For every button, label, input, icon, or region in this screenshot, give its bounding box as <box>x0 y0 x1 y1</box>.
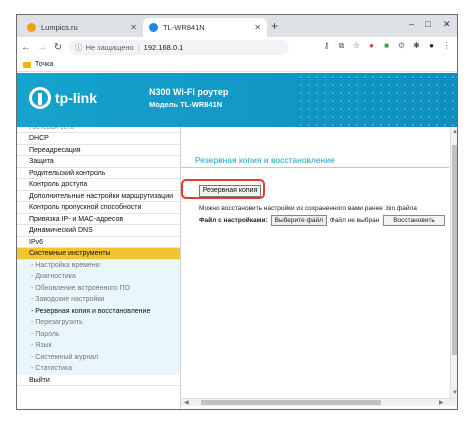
tplink-logo: tp-link <box>29 87 97 109</box>
tplink-logo-icon <box>29 87 51 109</box>
router-page: tp-link N300 Wi-Fi роутер Модель TL-WR84… <box>17 73 457 409</box>
new-tab-button[interactable]: + <box>271 19 278 33</box>
folder-icon <box>23 61 31 68</box>
file-row: Файл с настройками: Выберите файл Файл н… <box>199 215 379 226</box>
browser-toolbar: ← → ↻ ⓘ Не защищено | 192.168.0.1 ⚷ ⧉ ☆ … <box>17 37 457 58</box>
main-content: Резервная копия и восстановление Резервн… <box>181 127 449 398</box>
menu-dots-icon[interactable]: ⋮ <box>442 41 451 50</box>
sidebar-item-logout[interactable]: Выйти <box>17 375 180 386</box>
submenu-item-password[interactable]: - Пароль <box>17 328 180 340</box>
tab-title: TL-WR841N <box>163 23 205 32</box>
close-tab-icon[interactable]: ✕ <box>130 23 137 32</box>
submenu-item-language[interactable]: - Язык <box>17 340 180 352</box>
choose-file-button[interactable]: Выберите файл <box>270 215 327 226</box>
restore-hint: Можно восстановить настройки из сохранен… <box>199 205 417 212</box>
warning-icon: ⓘ <box>75 43 83 52</box>
no-file-text: Файл не выбран <box>329 217 380 224</box>
tab-title: Lumpics.ru <box>41 23 78 32</box>
star-icon[interactable]: ☆ <box>352 41 361 50</box>
vertical-scrollbar[interactable]: ▲ ▼ <box>450 127 457 398</box>
sidebar-item-advanced-routing[interactable]: Дополнительные настройки маршрутизации <box>17 191 180 202</box>
extension-gear-icon[interactable]: ⚙ <box>397 41 406 50</box>
url-text: 192.168.0.1 <box>143 43 184 52</box>
submenu-item-reboot[interactable]: - Перезагрузить <box>17 317 180 329</box>
bookmarks-bar: Точка <box>17 58 457 72</box>
reload-icon[interactable]: ↻ <box>51 42 65 53</box>
router-favicon-icon <box>149 23 158 32</box>
title-divider <box>181 167 449 168</box>
back-arrow-icon[interactable]: ← <box>19 42 33 53</box>
key-icon[interactable]: ⚷ <box>322 41 331 50</box>
scroll-right-arrow-icon[interactable]: ▶ <box>439 399 444 407</box>
tab-strip: Lumpics.ru ✕ TL-WR841N ✕ + – □ ✕ <box>17 15 457 37</box>
lumpics-favicon-icon <box>27 23 36 32</box>
restore-button[interactable]: Восстановить <box>383 215 445 226</box>
model-line: Модель TL-WR841N <box>149 100 223 109</box>
sidebar-item-system-tools[interactable]: Системные инструменты <box>17 248 180 260</box>
vertical-scroll-thumb[interactable] <box>452 145 457 355</box>
sidebar-item-dynamic-dns[interactable]: Динамический DNS <box>17 225 180 237</box>
scroll-down-arrow-icon[interactable]: ▼ <box>452 389 457 397</box>
browser-window: Lumpics.ru ✕ TL-WR841N ✕ + – □ ✕ ← → ↻ ⓘ… <box>16 14 458 410</box>
opera-icon[interactable]: ● <box>367 41 376 50</box>
file-label: Файл с настройками: <box>199 217 268 224</box>
sidebar-item-security[interactable]: Защита <box>17 156 180 168</box>
horizontal-scrollbar[interactable]: ◀ ▶ <box>181 398 457 407</box>
sidebar-item-bandwidth-control[interactable]: Контроль пропускной способности <box>17 202 180 214</box>
tab-lumpics[interactable]: Lumpics.ru ✕ <box>21 18 143 37</box>
maximize-button[interactable]: □ <box>425 19 430 29</box>
router-header: tp-link N300 Wi-Fi роутер Модель TL-WR84… <box>17 73 457 127</box>
extensions-puzzle-icon[interactable]: ✱ <box>412 41 421 50</box>
address-bar[interactable]: ⓘ Не защищено | 192.168.0.1 <box>69 40 289 55</box>
scroll-left-arrow-icon[interactable]: ◀ <box>184 399 189 407</box>
address-separator: | <box>137 43 140 52</box>
logo-text: tp-link <box>55 90 97 106</box>
extension-icons: ⚷ ⧉ ☆ ● ■ ⚙ ✱ ● ⋮ <box>322 41 451 50</box>
tab-router[interactable]: TL-WR841N ✕ <box>143 18 267 37</box>
submenu-item-backup-restore[interactable]: - Резервная копия и восстановление <box>17 305 180 317</box>
bookmark-item[interactable]: Точка <box>35 61 53 68</box>
sidebar-item-parental-control[interactable]: Родительский контроль <box>17 168 180 179</box>
submenu-item-time-settings[interactable]: - Настройка времени <box>17 259 180 271</box>
submenu-item-diagnostics[interactable]: - Диагностика <box>17 271 180 283</box>
page-title: Резервная копия и восстановление <box>195 155 335 165</box>
sidebar-item-forwarding[interactable]: Переадресация <box>17 145 180 156</box>
sidebar-item-dhcp[interactable]: DHCP <box>17 133 180 145</box>
sidebar-menu: Гостевая сеть DHCP Переадресация Защита … <box>17 127 181 409</box>
minimize-button[interactable]: – <box>409 19 414 29</box>
close-tab-icon[interactable]: ✕ <box>254 23 261 32</box>
header-pattern <box>297 73 457 127</box>
close-window-button[interactable]: ✕ <box>443 19 451 30</box>
sidebar-item-ip-mac-binding[interactable]: Привязка IP- и MAC-адресов <box>17 214 180 225</box>
product-line: N300 Wi-Fi роутер <box>149 87 229 97</box>
translate-icon[interactable]: ⧉ <box>337 41 346 50</box>
product-info: N300 Wi-Fi роутер Модель TL-WR841N <box>149 87 228 109</box>
horizontal-scroll-thumb[interactable] <box>201 400 381 405</box>
submenu-item-system-log[interactable]: - Системный журнал <box>17 351 180 363</box>
extension-green-icon[interactable]: ■ <box>382 41 391 50</box>
security-label: Не защищено <box>85 43 134 52</box>
submenu-item-factory-defaults[interactable]: - Заводские настройки <box>17 294 180 306</box>
backup-button[interactable]: Резервная копия <box>199 185 261 197</box>
forward-arrow-icon[interactable]: → <box>35 42 49 53</box>
avatar[interactable]: ● <box>427 41 436 50</box>
submenu-item-firmware-update[interactable]: - Обновление встроенного ПО <box>17 282 180 294</box>
scroll-up-arrow-icon[interactable]: ▲ <box>452 128 457 136</box>
sidebar-item-ipv6[interactable]: IPv6 <box>17 237 180 248</box>
sidebar-item-access-control[interactable]: Контроль доступа <box>17 179 180 191</box>
submenu-item-statistics[interactable]: - Статистика <box>17 363 180 375</box>
